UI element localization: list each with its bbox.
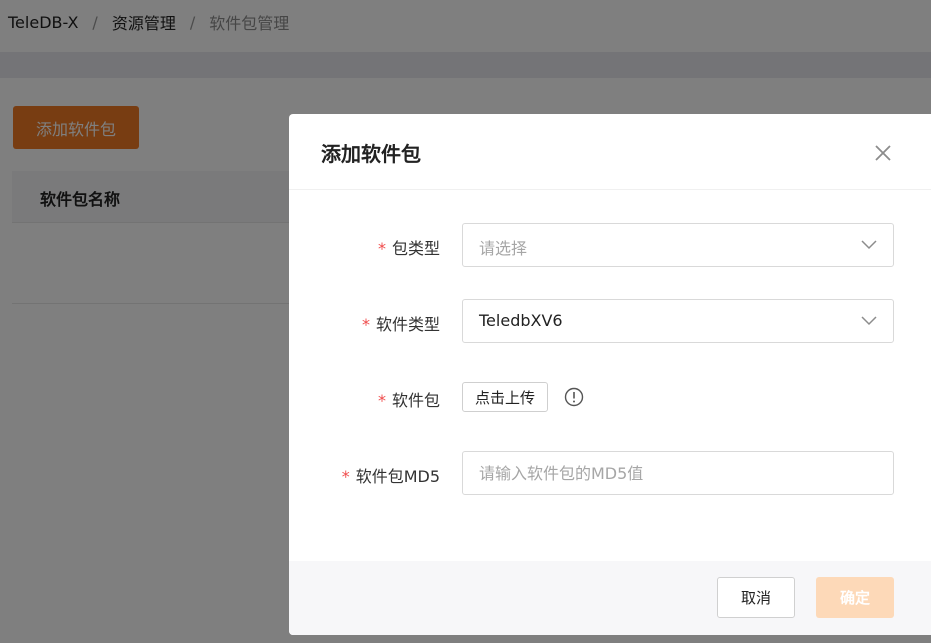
add-package-dialog: 添加软件包 * 包类型 请选择 * 软件类型 TeledbXV6 * 软件包 点… — [289, 114, 931, 635]
cancel-button[interactable]: 取消 — [717, 577, 795, 618]
form-row-software-type: * 软件类型 TeledbXV6 — [289, 299, 931, 343]
required-mark: * — [377, 391, 386, 410]
upload-button[interactable]: 点击上传 — [462, 382, 548, 412]
form-row-package-type: * 包类型 请选择 — [289, 223, 931, 267]
required-mark: * — [361, 315, 370, 334]
confirm-button[interactable]: 确定 — [816, 577, 894, 618]
chevron-down-icon — [861, 316, 877, 326]
close-icon[interactable] — [873, 143, 893, 163]
chevron-down-icon — [861, 240, 877, 250]
package-type-select[interactable]: 请选择 — [462, 223, 894, 267]
package-type-placeholder: 请选择 — [479, 239, 528, 258]
md5-input[interactable] — [462, 451, 894, 495]
dialog-header: 添加软件包 — [289, 114, 931, 190]
software-type-select[interactable]: TeledbXV6 — [462, 299, 894, 343]
info-circle-icon[interactable] — [564, 387, 584, 407]
form-row-md5: * 软件包MD5 — [289, 451, 931, 495]
dialog-footer: 取消 确定 — [289, 561, 931, 635]
md5-label: * 软件包MD5 — [341, 467, 440, 486]
software-type-value: TeledbXV6 — [479, 311, 563, 330]
software-type-label: * 软件类型 — [361, 315, 440, 334]
required-mark: * — [377, 239, 386, 258]
package-label: * 软件包 — [377, 391, 440, 410]
package-type-label: * 包类型 — [377, 239, 440, 258]
required-mark: * — [341, 467, 350, 486]
form-row-package: * 软件包 点击上传 — [289, 382, 931, 426]
dialog-title: 添加软件包 — [321, 142, 421, 166]
